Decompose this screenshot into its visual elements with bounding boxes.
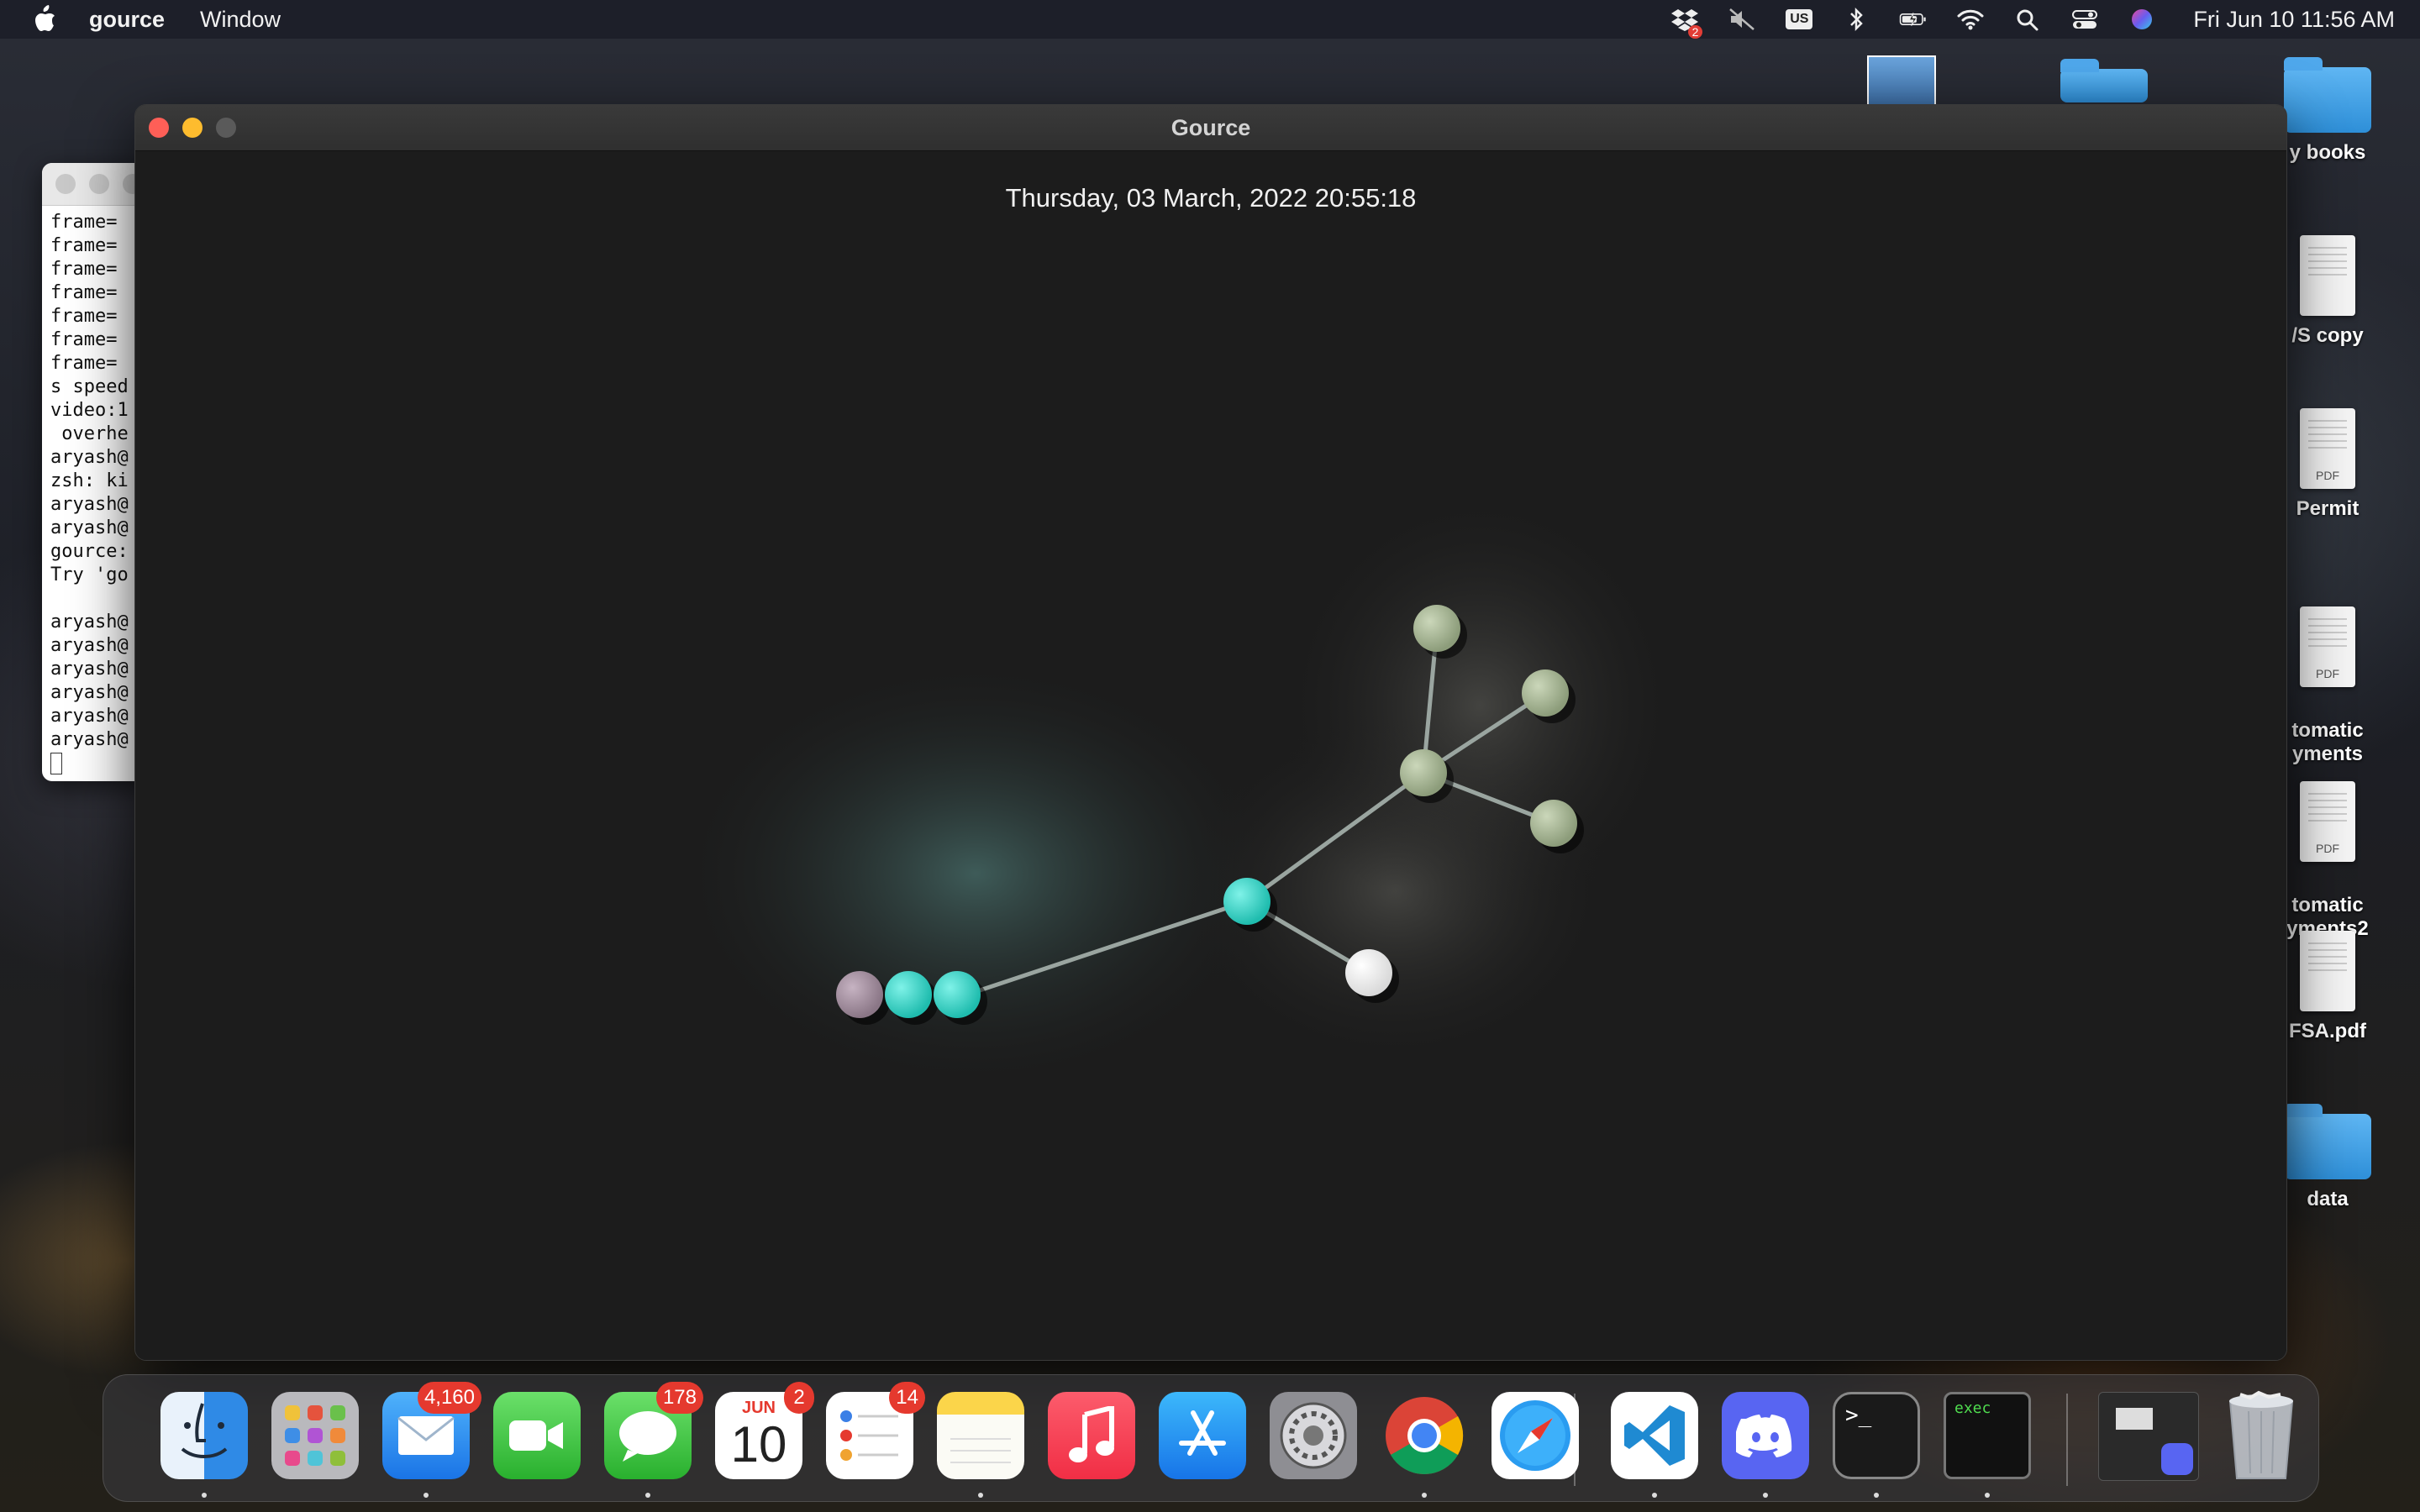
dock-finder[interactable] — [160, 1392, 248, 1479]
finder-icon — [160, 1392, 248, 1479]
vscode-icon — [1611, 1392, 1698, 1479]
apple-logo-icon[interactable] — [32, 5, 57, 40]
gource-window[interactable]: Gource Thursday, 03 March, 2022 20:55:18 — [134, 104, 2287, 1361]
dock-exec[interactable]: exec — [1944, 1392, 2031, 1479]
launchpad-icon — [271, 1392, 359, 1479]
dock-minimized-window[interactable] — [2098, 1392, 2199, 1481]
terminal-close-button[interactable] — [55, 174, 76, 194]
file-node-cyan — [1223, 878, 1270, 925]
mail-badge: 4,160 — [417, 1382, 481, 1414]
dock-chrome[interactable] — [1381, 1392, 1468, 1479]
file-node-white — [1345, 949, 1392, 996]
dock-discord[interactable] — [1722, 1392, 1809, 1479]
dock-notes[interactable] — [937, 1392, 1024, 1479]
battery-icon[interactable] — [1899, 7, 1928, 32]
window-title: Gource — [1171, 115, 1251, 140]
trash-icon — [2217, 1390, 2305, 1479]
document-icon — [2300, 235, 2355, 316]
file-node-cyan — [934, 971, 981, 1018]
input-source-icon[interactable]: US — [1785, 7, 1813, 32]
calendar-day: 10 — [730, 1416, 787, 1473]
window-thumbnail — [2116, 1408, 2153, 1430]
menu-bar:  gource Window 2 US — [0, 0, 2420, 39]
running-indicator — [1763, 1493, 1768, 1498]
running-indicator — [1652, 1493, 1657, 1498]
discord-icon — [1722, 1392, 1809, 1479]
muted-sound-icon[interactable] — [1728, 7, 1756, 32]
running-indicator — [424, 1493, 429, 1498]
running-indicator — [645, 1493, 650, 1498]
dropbox-icon[interactable]: 2 — [1670, 7, 1703, 39]
folder-icon — [2060, 59, 2148, 102]
chrome-icon — [1381, 1392, 1468, 1479]
wifi-icon[interactable] — [1956, 7, 1985, 32]
file-node-cyan — [885, 971, 932, 1018]
gear-icon — [1270, 1392, 1357, 1479]
dock-calendar[interactable]: JUN 10 2 — [715, 1382, 814, 1479]
reminders-badge: 14 — [889, 1382, 925, 1414]
dock-messages[interactable]: 178 — [604, 1382, 703, 1479]
dock-separator — [2066, 1394, 2068, 1486]
file-node-mauve — [836, 971, 883, 1018]
folder-icon — [2284, 1104, 2371, 1179]
dock-mail[interactable]: 4,160 — [382, 1382, 481, 1479]
gource-canvas[interactable]: Thursday, 03 March, 2022 20:55:18 — [135, 151, 2286, 1360]
menu-clock[interactable]: Fri Jun 10 11:56 AM — [2193, 7, 2395, 33]
dock-launchpad[interactable] — [271, 1392, 359, 1479]
siri-icon[interactable] — [2128, 7, 2156, 32]
terminal-cursor — [50, 753, 62, 774]
dock-vscode[interactable] — [1611, 1392, 1698, 1479]
messages-badge: 178 — [655, 1382, 703, 1414]
dock-system-preferences[interactable] — [1270, 1392, 1357, 1479]
notes-icon — [937, 1392, 1024, 1479]
dock-terminal[interactable]: >_ — [1833, 1392, 1920, 1479]
bluetooth-icon[interactable] — [1842, 7, 1870, 32]
running-indicator — [1985, 1493, 1990, 1498]
dock-reminders[interactable]: 14 — [826, 1382, 925, 1479]
running-indicator — [1874, 1493, 1879, 1498]
menu-window[interactable]: Window — [200, 7, 281, 33]
pdf-icon: PDF — [2300, 606, 2355, 687]
terminal-icon: >_ — [1845, 1403, 1872, 1428]
running-indicator — [978, 1493, 983, 1498]
pdf-icon: PDF — [2300, 781, 2355, 862]
terminal-minimize-button[interactable] — [89, 174, 109, 194]
calendar-badge: 2 — [784, 1382, 814, 1414]
dock-trash[interactable] — [2217, 1390, 2305, 1479]
input-source-label: US — [1786, 9, 1813, 29]
spotlight-search-icon[interactable] — [2013, 7, 2042, 32]
app-name-menu[interactable]: gource — [89, 7, 165, 33]
status-area: 2 US Fri Jun 10 11:56 AM — [1670, 0, 2395, 39]
dock-music[interactable] — [1048, 1392, 1135, 1479]
music-icon — [1048, 1392, 1135, 1479]
gource-visualization — [673, 487, 1681, 1092]
file-node-sage — [1530, 800, 1577, 847]
directory-glow — [1278, 487, 1681, 924]
dock-separator — [1574, 1394, 1576, 1486]
dock-safari[interactable] — [1491, 1392, 1579, 1479]
file-node-sage — [1400, 749, 1447, 796]
running-indicator — [202, 1493, 207, 1498]
dropbox-count-badge: 2 — [1687, 25, 1703, 39]
desktop-photo-thumbnail[interactable] — [1867, 55, 1936, 108]
file-node-sage — [1413, 605, 1460, 652]
document-icon — [2300, 931, 2355, 1011]
pdf-icon: PDF — [2300, 408, 2355, 489]
running-indicator — [1422, 1493, 1427, 1498]
dock-app-store[interactable] — [1159, 1392, 1246, 1479]
control-center-icon[interactable] — [2070, 7, 2099, 32]
exec-label: exec — [1954, 1399, 1991, 1417]
window-titlebar[interactable]: Gource — [135, 105, 2286, 151]
discord-mini-icon — [2161, 1443, 2193, 1475]
app-store-icon — [1159, 1392, 1246, 1479]
safari-icon — [1491, 1392, 1579, 1479]
facetime-icon — [493, 1392, 581, 1479]
folder-icon — [2284, 57, 2371, 133]
file-node-sage — [1522, 669, 1569, 717]
dock: 4,160 178 JUN 10 2 14 >_ exec — [103, 1374, 2319, 1502]
dock-facetime[interactable] — [493, 1392, 581, 1479]
